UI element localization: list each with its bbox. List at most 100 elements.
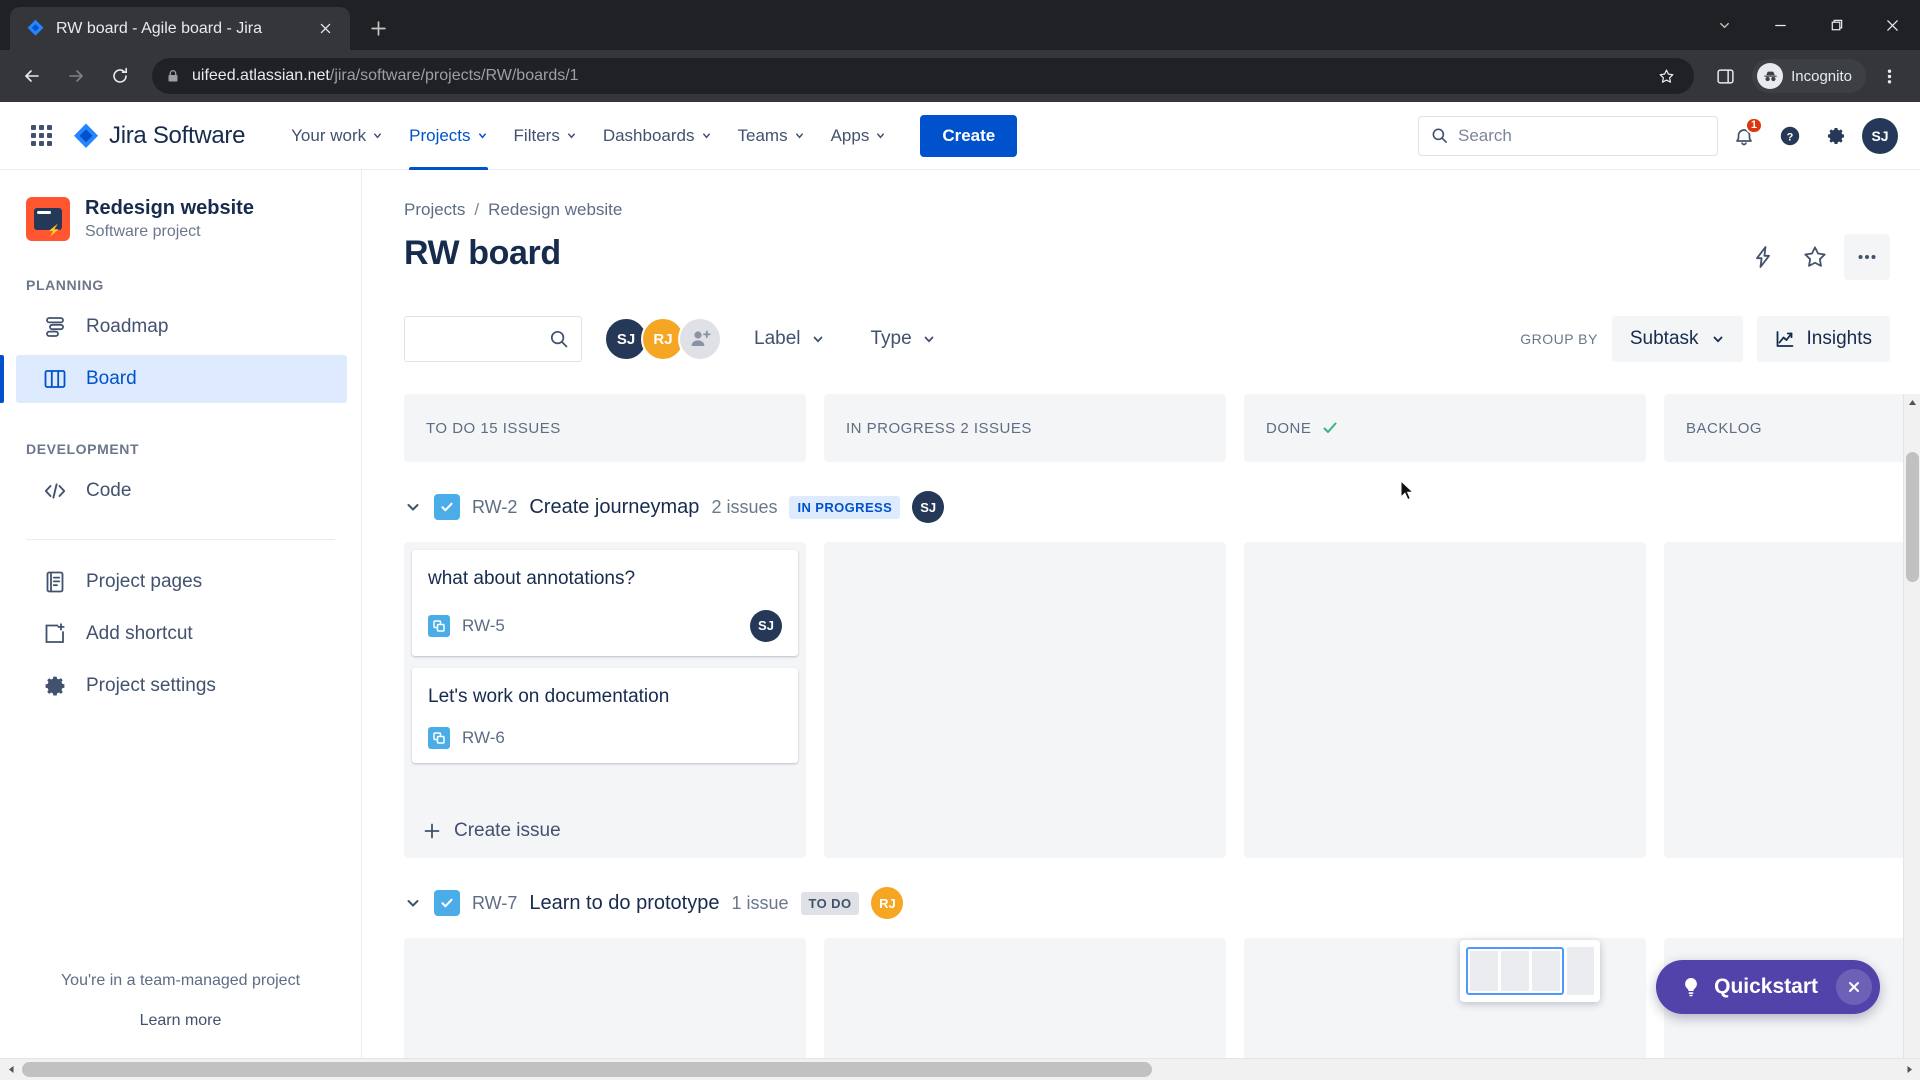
sidebar-item-label: Roadmap: [86, 316, 169, 337]
sidebar-item-board[interactable]: Board: [0, 355, 347, 403]
lane-column-backlog[interactable]: [1664, 542, 1903, 858]
app-switcher-icon[interactable]: [24, 119, 58, 153]
swimlane-header[interactable]: RW-2 Create journeymap 2 issues IN PROGR…: [404, 486, 1903, 528]
issue-card-footer: RW-5 SJ: [428, 609, 782, 642]
sidebar-item-project-pages[interactable]: Project pages: [16, 558, 347, 606]
notifications-bell-icon[interactable]: 1: [1724, 116, 1764, 156]
board-search-input[interactable]: [417, 329, 549, 349]
filter-label-dropdown[interactable]: Label: [740, 318, 839, 360]
lane-column-todo[interactable]: [404, 938, 806, 1058]
avatar[interactable]: SJ: [750, 609, 782, 642]
swimlane-header[interactable]: RW-7 Learn to do prototype 1 issue TO DO…: [404, 882, 1903, 924]
insights-label: Insights: [1806, 328, 1872, 349]
horizontal-scrollbar[interactable]: [0, 1058, 1920, 1080]
minimap-column: [1501, 951, 1529, 991]
issue-card-title: what about annotations?: [428, 568, 636, 589]
board-avatars: SJ RJ: [604, 317, 722, 361]
lane-column-inprogress[interactable]: [824, 542, 1226, 858]
lane-column-todo[interactable]: what about annotations? RW-5 SJ Let's wo…: [404, 542, 806, 858]
group-by-dropdown[interactable]: Subtask: [1611, 316, 1743, 362]
maximize-icon[interactable]: [1808, 0, 1864, 50]
chevron-down-icon[interactable]: [404, 498, 422, 516]
issue-card[interactable]: what about annotations? RW-5 SJ: [412, 550, 798, 656]
gear-icon[interactable]: [1816, 116, 1856, 156]
board-minimap[interactable]: [1460, 940, 1600, 1002]
breadcrumb-projects[interactable]: Projects: [404, 200, 465, 220]
global-search-input[interactable]: [1458, 125, 1705, 146]
nav-item-apps[interactable]: Apps: [819, 102, 899, 170]
side-panel-icon[interactable]: [1706, 57, 1744, 95]
filter-type-dropdown[interactable]: Type: [857, 318, 950, 360]
create-issue-button[interactable]: Create issue: [412, 804, 798, 858]
nav-item-filters[interactable]: Filters: [502, 102, 589, 170]
window-close-icon[interactable]: [1864, 0, 1920, 50]
jira-brand[interactable]: Jira Software: [72, 122, 245, 150]
quickstart-button[interactable]: Quickstart: [1656, 960, 1880, 1014]
issue-card-footer: RW-6: [428, 727, 782, 750]
chevron-down-icon[interactable]: [404, 894, 422, 912]
nav-item-projects[interactable]: Projects: [397, 102, 499, 170]
avatar[interactable]: SJ: [1862, 117, 1898, 154]
board-title-row: RW board: [404, 234, 1920, 280]
scroll-right-arrow-icon[interactable]: [1898, 1065, 1920, 1074]
global-search[interactable]: [1418, 115, 1718, 156]
issue-card[interactable]: Let's work on documentation RW-6: [412, 667, 798, 764]
avatar[interactable]: SJ: [912, 491, 945, 523]
board-search[interactable]: [404, 316, 582, 362]
lane-column-done[interactable]: [1244, 542, 1646, 858]
tab-close-icon[interactable]: [312, 16, 338, 42]
three-dot-menu-icon[interactable]: [1870, 57, 1908, 95]
nav-item-dashboards[interactable]: Dashboards: [591, 102, 724, 170]
issue-card-key[interactable]: RW-6: [462, 728, 505, 748]
project-type: Software project: [85, 223, 201, 240]
board-vertical-scrollbar[interactable]: [1903, 394, 1920, 1058]
insights-button[interactable]: Insights: [1756, 316, 1890, 362]
scroll-thumb[interactable]: [22, 1062, 1152, 1077]
create-button[interactable]: Create: [920, 114, 1018, 157]
filter-label-text: Label: [754, 328, 801, 349]
nav-item-teams[interactable]: Teams: [726, 102, 817, 170]
column-header-inprogress: IN PROGRESS 2 ISSUES: [824, 394, 1226, 462]
chevron-down-icon[interactable]: [1696, 0, 1752, 50]
window-controls: [1696, 0, 1920, 50]
scroll-left-arrow-icon[interactable]: [0, 1065, 22, 1074]
minimap-viewport[interactable]: [1466, 947, 1564, 995]
reload-icon[interactable]: [100, 56, 140, 96]
column-header-backlog: BACKLOG: [1664, 394, 1903, 462]
sidebar-item-add-shortcut[interactable]: Add shortcut: [16, 610, 347, 658]
scroll-up-arrow-icon[interactable]: [1908, 394, 1917, 411]
sidebar-item-roadmap[interactable]: Roadmap: [16, 303, 347, 351]
minimize-icon[interactable]: [1752, 0, 1808, 50]
scroll-thumb[interactable]: [1906, 452, 1919, 582]
back-arrow-icon[interactable]: [12, 56, 52, 96]
new-tab-icon[interactable]: [360, 10, 396, 46]
column-title: DONE: [1266, 419, 1312, 437]
chevron-down-icon: [1713, 336, 1722, 343]
avatar[interactable]: RJ: [871, 887, 904, 919]
incognito-indicator[interactable]: Incognito: [1752, 59, 1866, 93]
project-header[interactable]: ⚡ Redesign website Software project: [0, 196, 361, 241]
more-menu-icon[interactable]: [1844, 234, 1890, 280]
sidebar-item-project-settings[interactable]: Project settings: [16, 662, 347, 710]
quickstart-close-icon[interactable]: [1836, 969, 1872, 1005]
learn-more-link[interactable]: Learn more: [26, 1012, 335, 1030]
breadcrumb-current[interactable]: Redesign website: [488, 200, 622, 220]
address-bar[interactable]: uifeed.atlassian.net/jira/software/proje…: [152, 58, 1695, 94]
breadcrumb-separator: /: [474, 200, 480, 219]
incognito-icon: [1757, 63, 1784, 89]
star-icon[interactable]: [1792, 234, 1838, 280]
browser-tab[interactable]: RW board - Agile board - Jira: [10, 7, 350, 50]
bookmark-star-icon[interactable]: [1652, 62, 1680, 90]
lane-column-inprogress[interactable]: [824, 938, 1226, 1058]
forward-arrow-icon[interactable]: [56, 56, 96, 96]
help-icon[interactable]: ?: [1770, 116, 1810, 156]
filter-type-text: Type: [870, 328, 912, 349]
add-person-icon[interactable]: [678, 317, 722, 361]
issue-card-key[interactable]: RW-5: [462, 616, 505, 636]
board-scroll-region[interactable]: TO DO 15 ISSUES IN PROGRESS 2 ISSUES DON…: [404, 394, 1903, 1058]
automation-bolt-icon[interactable]: [1740, 234, 1786, 280]
sidebar-item-code[interactable]: Code: [16, 467, 347, 515]
swimlane-columns: what about annotations? RW-5 SJ Let's wo…: [404, 542, 1903, 858]
nav-item-your-work[interactable]: Your work: [279, 102, 395, 170]
status-badge: IN PROGRESS: [789, 495, 901, 519]
